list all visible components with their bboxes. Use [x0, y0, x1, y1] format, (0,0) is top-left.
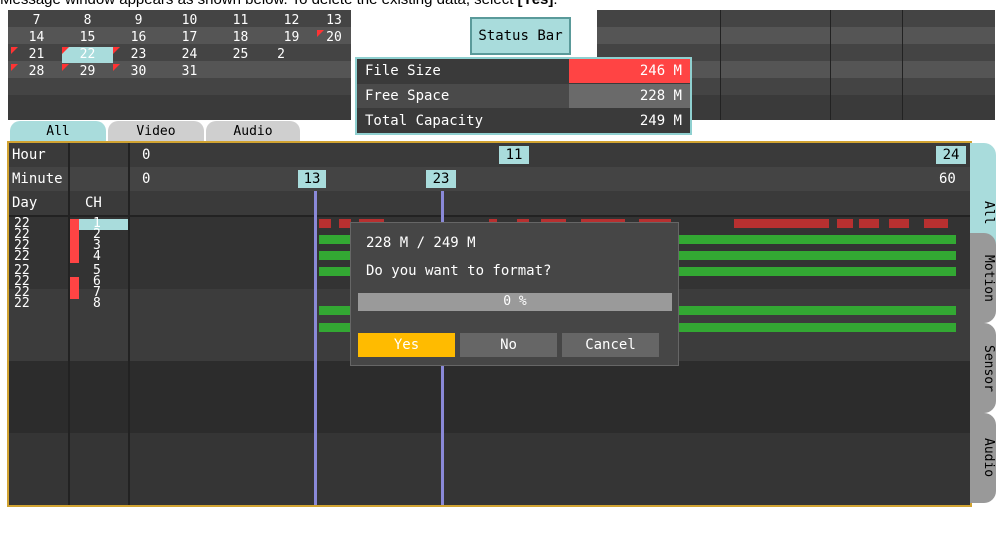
dialog-capacity-text: 228 M / 249 M — [366, 235, 476, 251]
recording-flag-icon — [11, 64, 18, 71]
status-popup: File Size 246 M Free Space 228 M Total C… — [355, 57, 692, 135]
range-start-line[interactable] — [314, 191, 317, 505]
calendar-day[interactable]: 12 — [266, 13, 317, 29]
file-size-value: 246 M — [569, 59, 690, 83]
channel-list: 1 2 3 4 5 6 7 8 — [93, 217, 101, 310]
side-tab-audio[interactable]: Audio — [970, 413, 996, 503]
calendar-day[interactable]: 10 — [164, 13, 215, 29]
hour-marker[interactable]: 11 — [499, 146, 529, 164]
tab-video[interactable]: Video — [108, 121, 204, 143]
status-bar-button[interactable]: Status Bar — [470, 17, 571, 55]
calendar-day[interactable]: 25 — [215, 47, 266, 63]
minute-marker-start[interactable]: 13 — [298, 170, 326, 188]
calendar-day[interactable]: 13 — [317, 13, 351, 29]
channel-record-marker — [70, 277, 79, 288]
calendar-day[interactable]: 2 — [266, 47, 296, 63]
no-button[interactable]: No — [460, 333, 557, 357]
event-bar — [924, 219, 948, 228]
total-capacity-label: Total Capacity — [365, 113, 484, 129]
event-bar — [859, 219, 879, 228]
calendar-day[interactable]: 30 — [113, 64, 164, 80]
calendar: 7 8 9 10 11 12 13 14 15 16 17 18 19 20 2… — [8, 10, 351, 120]
recording-flag-icon — [113, 47, 120, 54]
dialog-question-text: Do you want to format? — [366, 263, 552, 279]
channel-record-marker — [70, 252, 79, 263]
total-capacity-row: Total Capacity 249 M — [357, 109, 690, 133]
calendar-day[interactable]: 11 — [215, 13, 266, 29]
calendar-day[interactable]: 31 — [164, 64, 215, 80]
calendar-day[interactable]: 24 — [164, 47, 215, 63]
calendar-day[interactable]: 15 — [62, 30, 113, 46]
instruction-bold: [Yes] — [518, 0, 554, 8]
calendar-day[interactable]: 20 — [317, 30, 351, 46]
channel-record-marker — [70, 241, 79, 252]
calendar-day[interactable]: 18 — [215, 30, 266, 46]
channel-value[interactable]: 8 — [93, 297, 101, 310]
day-value: 22 — [14, 249, 30, 264]
channel-record-marker — [70, 219, 79, 230]
hour-end: 24 — [936, 146, 966, 164]
total-capacity-value: 249 M — [639, 113, 682, 129]
calendar-day[interactable]: 28 — [11, 64, 62, 80]
calendar-day[interactable]: 8 — [62, 13, 113, 29]
recording-flag-icon — [113, 64, 120, 71]
free-space-value: 228 M — [569, 84, 690, 108]
channel-record-marker — [70, 230, 79, 241]
file-size-row: File Size 246 M — [357, 59, 690, 83]
free-space-label: Free Space — [365, 88, 450, 104]
tab-audio[interactable]: Audio — [206, 121, 300, 143]
calendar-day[interactable]: 7 — [11, 13, 62, 29]
instruction-text: Message window appears as shown below. T… — [0, 0, 1003, 8]
calendar-day[interactable]: 21 — [11, 47, 62, 63]
calendar-day[interactable]: 9 — [113, 13, 164, 29]
instruction-prefix: Message window appears as shown below. T… — [0, 0, 518, 8]
day-value: 22 — [14, 296, 30, 311]
calendar-day[interactable]: 23 — [113, 47, 164, 63]
minute-end: 60 — [939, 171, 956, 187]
recording-flag-icon — [62, 47, 69, 54]
yes-button[interactable]: Yes — [358, 333, 455, 357]
calendar-day[interactable]: 29 — [62, 64, 113, 80]
hour-row: Hour 0 11 24 — [9, 143, 970, 167]
day-ch-row: Day CH — [9, 191, 970, 217]
event-bar — [319, 219, 331, 228]
event-bar — [837, 219, 853, 228]
tab-all[interactable]: All — [10, 121, 106, 143]
minute-row: Minute 0 13 23 60 — [9, 167, 970, 191]
calendar-day-selected[interactable]: 22 — [62, 47, 113, 63]
channel-record-marker — [70, 288, 79, 299]
calendar-day[interactable]: 19 — [266, 30, 317, 46]
recording-flag-icon — [11, 47, 18, 54]
hour-label: Hour — [12, 147, 46, 163]
day-list: 22 22 22 22 22 22 22 22 — [14, 217, 30, 311]
recording-flag-icon — [317, 30, 324, 37]
channel-value[interactable]: 4 — [93, 250, 101, 263]
format-dialog: 228 M / 249 M Do you want to format? 0 %… — [350, 222, 679, 366]
recording-flag-icon — [62, 64, 69, 71]
event-bar — [889, 219, 909, 228]
hour-start: 0 — [142, 147, 151, 163]
minute-label: Minute — [12, 171, 63, 187]
instruction-suffix: . — [553, 0, 557, 8]
event-bar — [734, 219, 829, 228]
ch-label: CH — [85, 195, 102, 211]
minute-start: 0 — [142, 171, 151, 187]
cancel-button[interactable]: Cancel — [562, 333, 659, 357]
free-space-row: Free Space 228 M — [357, 84, 690, 108]
minute-marker-end[interactable]: 23 — [426, 170, 456, 188]
side-tab-sensor[interactable]: Sensor — [970, 323, 996, 413]
calendar-day[interactable]: 14 — [11, 30, 62, 46]
calendar-day[interactable]: 16 — [113, 30, 164, 46]
file-size-label: File Size — [365, 63, 441, 79]
format-progress-bar: 0 % — [358, 293, 672, 311]
day-label: Day — [12, 195, 38, 211]
side-tab-motion[interactable]: Motion — [970, 233, 996, 323]
calendar-day[interactable]: 17 — [164, 30, 215, 46]
